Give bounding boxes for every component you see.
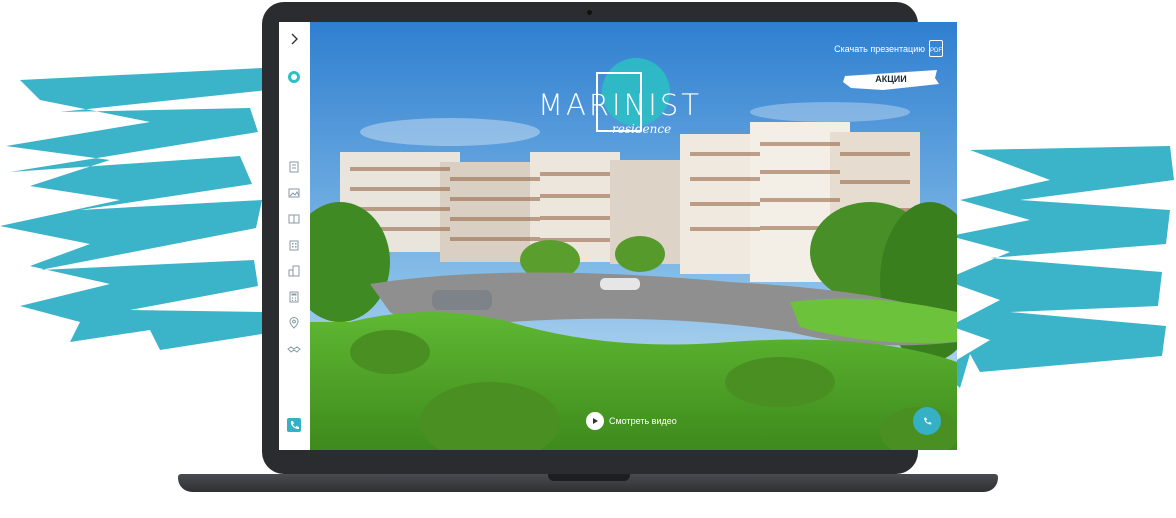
- brush-stroke-left: [0, 68, 268, 350]
- sidebar-call-button[interactable]: [287, 418, 301, 432]
- promo-label: АКЦИИ: [875, 74, 907, 84]
- brush-stroke-right: [940, 146, 1174, 388]
- calculator-icon: [289, 291, 299, 303]
- webcam: [587, 10, 592, 15]
- location-pin-icon: [289, 317, 299, 329]
- building-icon: [289, 240, 299, 251]
- document-icon: [289, 161, 299, 173]
- watch-video-label: Смотреть видео: [609, 416, 677, 426]
- city-icon: [288, 265, 300, 277]
- sidebar: [279, 22, 311, 450]
- laptop-notch: [548, 474, 630, 481]
- handshake-icon: [287, 346, 301, 353]
- sidebar-item-apartments[interactable]: [287, 238, 301, 252]
- download-presentation-link[interactable]: Скачать презентацию PDF: [834, 40, 943, 57]
- logo-badge-icon: [288, 71, 300, 83]
- logo-subtitle: residence: [612, 122, 672, 136]
- pdf-icon: PDF: [929, 40, 943, 57]
- promo-button[interactable]: АКЦИИ: [843, 68, 939, 92]
- phone-icon: [290, 421, 299, 429]
- hero-banner: MARINIST residence Скачать презентацию P…: [310, 22, 957, 450]
- download-presentation-label: Скачать презентацию: [834, 43, 925, 54]
- play-icon: [586, 412, 604, 430]
- image-icon: [288, 188, 300, 198]
- sidebar-logo[interactable]: [287, 70, 301, 84]
- sidebar-item-infrastructure[interactable]: [287, 264, 301, 278]
- sidebar-item-payment[interactable]: [287, 290, 301, 304]
- sidebar-item-layouts[interactable]: [287, 212, 301, 226]
- chevron-right-icon: [291, 33, 298, 45]
- sidebar-item-partners[interactable]: [287, 342, 301, 356]
- sidebar-item-location[interactable]: [287, 316, 301, 330]
- laptop-screen: MARINIST residence Скачать презентацию P…: [279, 22, 957, 450]
- watch-video-button[interactable]: Смотреть видео: [586, 412, 677, 430]
- floorplan-icon: [288, 214, 300, 224]
- call-button[interactable]: [913, 407, 941, 435]
- sidebar-item-gallery[interactable]: [287, 186, 301, 200]
- sidebar-item-about[interactable]: [287, 160, 301, 174]
- marinist-logo[interactable]: MARINIST residence: [532, 58, 708, 146]
- phone-icon: [924, 417, 932, 425]
- logo-title: MARINIST: [538, 88, 702, 122]
- sidebar-toggle-button[interactable]: [287, 32, 301, 46]
